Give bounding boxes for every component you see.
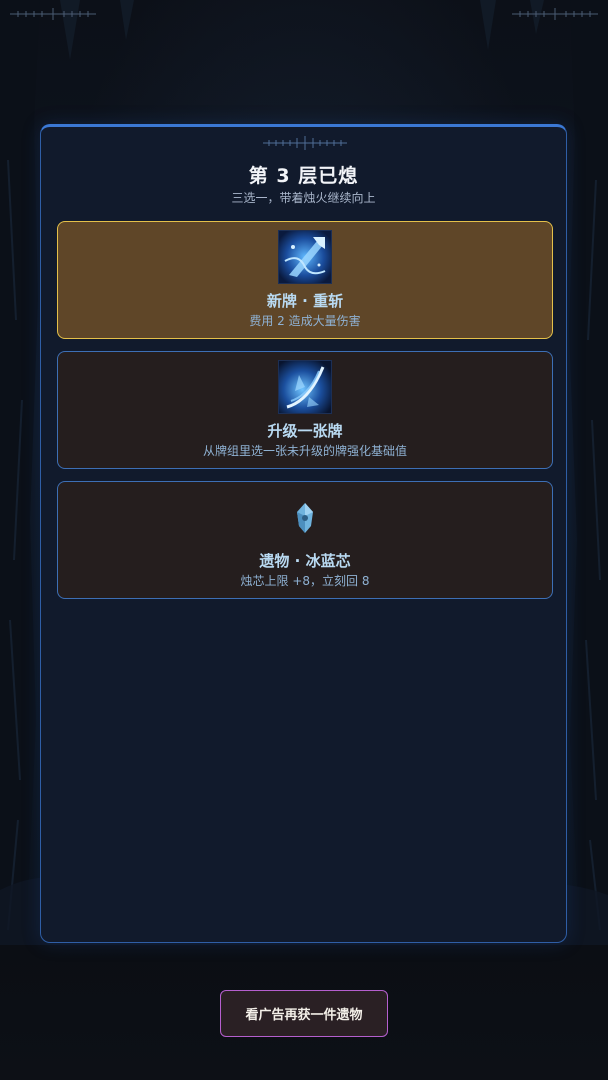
upgrade-slash-icon bbox=[278, 360, 332, 414]
option-description: 费用 2 造成大量伤害 bbox=[249, 314, 361, 328]
reward-panel: 第 3 层已熄 三选一，带着烛火继续向上 新牌 · 重斩 费用 2 造成大量伤害… bbox=[40, 124, 567, 943]
ice-crystal-icon bbox=[297, 503, 313, 533]
reward-option-upgrade-card[interactable]: 升级一张牌 从牌组里选一张未升级的牌强化基础值 bbox=[57, 351, 553, 469]
watch-ad-button[interactable]: 看广告再获一件遗物 bbox=[220, 990, 388, 1037]
reward-option-relic[interactable]: 遗物 · 冰蓝芯 烛芯上限 +8，立刻回 8 bbox=[57, 481, 553, 599]
corner-ornament-left bbox=[10, 8, 96, 20]
option-name: 新牌 · 重斩 bbox=[266, 292, 344, 310]
option-description: 从牌组里选一张未升级的牌强化基础值 bbox=[202, 444, 407, 458]
option-name: 遗物 · 冰蓝芯 bbox=[259, 552, 351, 570]
corner-ornament-right bbox=[512, 8, 598, 20]
heavy-slash-card-icon bbox=[278, 230, 332, 284]
reward-option-new-card[interactable]: 新牌 · 重斩 费用 2 造成大量伤害 bbox=[57, 221, 553, 339]
floor-subtitle: 三选一，带着烛火继续向上 bbox=[231, 191, 376, 205]
option-name: 升级一张牌 bbox=[267, 422, 343, 440]
panel-ornament bbox=[263, 136, 347, 150]
floor-title: 第 3 层已熄 bbox=[248, 165, 359, 187]
option-description: 烛芯上限 +8，立刻回 8 bbox=[240, 574, 370, 588]
